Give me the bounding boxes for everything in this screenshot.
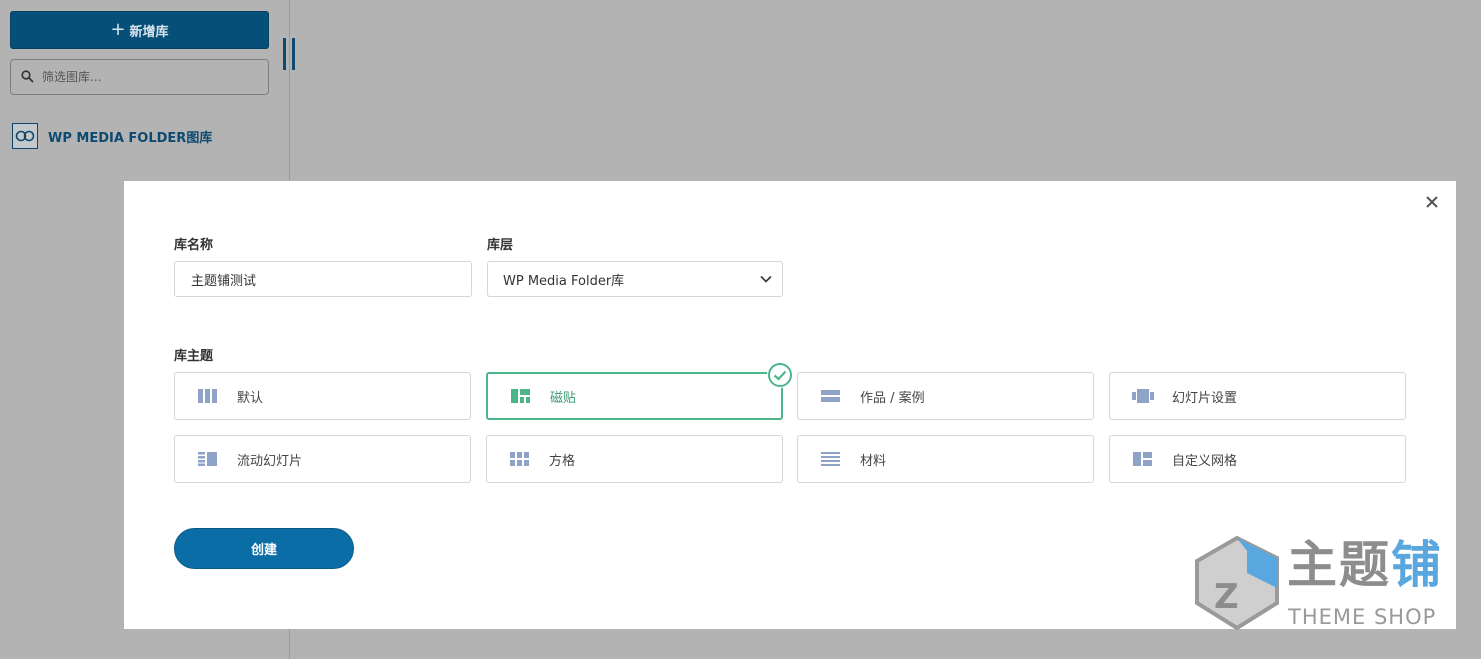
gallery-name-input[interactable] — [174, 261, 472, 297]
theme-option-custom-grid[interactable]: 自定义网格 — [1109, 435, 1406, 483]
close-button[interactable] — [1422, 192, 1442, 212]
grid-icon — [509, 451, 531, 467]
list-icon — [820, 451, 842, 467]
chevron-down-icon — [760, 275, 772, 283]
theme-option-label: 作品 / 案例 — [860, 390, 925, 406]
theme-option-square-grid[interactable]: 方格 — [486, 435, 783, 483]
theme-option-default[interactable]: 默认 — [174, 372, 471, 420]
theme-option-label: 方格 — [549, 453, 576, 469]
watermark-en-text: THEME SHOP — [1288, 605, 1437, 629]
gallery-level-select[interactable]: WP Media Folder库 — [487, 261, 783, 297]
svg-text:Z: Z — [1214, 577, 1239, 617]
flow-slide-icon — [197, 451, 219, 467]
theme-option-masonry[interactable]: 磁贴 — [486, 362, 793, 420]
theme-shop-logo-icon: Z — [1195, 535, 1279, 631]
theme-option-material[interactable]: 材料 — [797, 435, 1094, 483]
theme-option-label: 磁贴 — [550, 390, 577, 406]
theme-option-label: 自定义网格 — [1172, 453, 1238, 469]
masonry-icon — [510, 388, 532, 404]
sidebar-resize-handle[interactable] — [283, 38, 295, 70]
create-button[interactable]: 创建 — [174, 528, 354, 569]
gallery-icon — [12, 123, 38, 149]
theme-option-label: 流动幻灯片 — [237, 453, 303, 469]
close-icon — [1426, 196, 1438, 208]
add-gallery-label: 新增库 — [129, 24, 169, 40]
gallery-level-label: 库层 — [487, 238, 514, 253]
theme-option-label: 默认 — [237, 390, 264, 406]
filter-gallery-field[interactable] — [10, 59, 269, 95]
gallery-theme-label: 库主题 — [174, 349, 214, 364]
plus-icon: + — [110, 19, 126, 40]
theme-option-slider[interactable]: 幻灯片设置 — [1109, 372, 1406, 420]
columns-icon — [197, 388, 219, 404]
theme-option-label: 材料 — [860, 453, 887, 469]
selected-check-icon — [767, 362, 793, 388]
theme-option-flow-slide[interactable]: 流动幻灯片 — [174, 435, 471, 483]
theme-option-label: 幻灯片设置 — [1172, 390, 1238, 406]
gallery-name-label: 库名称 — [174, 238, 214, 253]
sidebar-item-wp-media-folder-gallery[interactable]: WP MEDIA FOLDER图库 — [12, 123, 212, 149]
gallery-item-label: WP MEDIA FOLDER图库 — [48, 130, 213, 146]
filter-gallery-input[interactable] — [42, 70, 252, 84]
watermark-cn-text: 主题铺 — [1287, 536, 1443, 594]
add-gallery-button[interactable]: + 新增库 — [10, 11, 269, 49]
custom-grid-icon — [1132, 451, 1154, 467]
search-icon — [21, 68, 34, 87]
gallery-level-value: WP Media Folder库 — [503, 273, 625, 289]
portfolio-icon — [820, 388, 842, 404]
theme-shop-watermark: Z 主题铺 THEME SHOP — [1192, 533, 1458, 633]
slider-icon — [1132, 388, 1154, 404]
theme-option-portfolio[interactable]: 作品 / 案例 — [797, 372, 1094, 420]
